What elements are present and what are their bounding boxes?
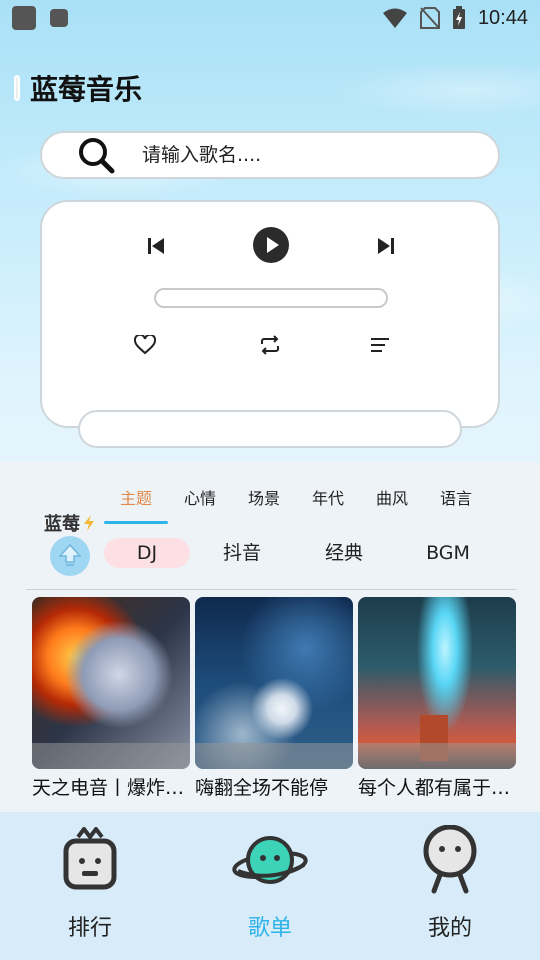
repeat-button[interactable] [255, 330, 285, 360]
no-sim-icon [419, 7, 440, 29]
nav-label: 歌单 [247, 916, 292, 941]
nav-label: 排行 [67, 916, 112, 941]
wifi-icon [382, 8, 407, 28]
brand-label: 蓝莓 [44, 510, 96, 536]
playlist-cover [195, 597, 353, 769]
title-row: 蓝莓音乐 [14, 68, 142, 108]
play-button[interactable] [252, 226, 290, 264]
lyric-bar [78, 410, 462, 448]
nav-label: 我的 [427, 916, 472, 941]
tab-theme[interactable]: 主题 [104, 486, 168, 524]
search-input[interactable] [142, 144, 442, 166]
category-tabs: 主题 心情 场景 年代 曲风 语言 [104, 486, 488, 524]
playlist-title: 每个人都有属于… [358, 777, 511, 799]
profile-person-icon [423, 825, 477, 894]
tab-era[interactable]: 年代 [296, 486, 360, 524]
next-button[interactable] [372, 232, 400, 260]
like-button[interactable] [130, 330, 160, 360]
ranking-robot-icon [63, 827, 117, 890]
progress-bar[interactable] [154, 288, 388, 308]
skip-previous-icon [148, 238, 164, 254]
tab-scene[interactable]: 场景 [232, 486, 296, 524]
notification-icon [12, 6, 36, 30]
playlist-grid: 天之电音丨爆炸… 嗨翻全场不能停 每个人都有属于… [32, 597, 516, 800]
nav-playlist[interactable]: 歌单 [180, 812, 360, 960]
player-card [40, 200, 500, 428]
tab-language[interactable]: 语言 [424, 486, 488, 524]
playlist-card[interactable]: 每个人都有属于… [358, 597, 516, 800]
repeat-icon [261, 335, 279, 355]
tab-mood[interactable]: 心情 [168, 486, 232, 524]
playlist-title: 嗨翻全场不能停 [195, 777, 329, 799]
playlist-card[interactable]: 天之电音丨爆炸… [32, 597, 190, 800]
chip-bgm[interactable]: BGM [396, 538, 500, 568]
lightning-icon [84, 515, 94, 531]
bottom-nav: 排行 歌单 我的 [0, 812, 540, 960]
playlist-planet-icon [232, 836, 308, 884]
playlist-button[interactable] [365, 330, 395, 360]
nav-ranking[interactable]: 排行 [0, 812, 180, 960]
playlist-cover [32, 597, 190, 769]
chip-row: DJ 抖音 经典 BGM [104, 538, 500, 568]
playlist-card[interactable]: 嗨翻全场不能停 [195, 597, 353, 800]
search-bar[interactable] [40, 131, 500, 179]
back-handle[interactable] [14, 75, 20, 101]
heart-icon [134, 335, 156, 355]
playlist-cover [358, 597, 516, 769]
playlist-title: 天之电音丨爆炸… [32, 777, 185, 799]
play-icon [253, 227, 289, 263]
status-bar: 10:44 [0, 0, 540, 36]
previous-button[interactable] [142, 232, 170, 260]
scroll-top-button[interactable] [50, 536, 90, 576]
chip-douyin[interactable]: 抖音 [192, 538, 292, 568]
menu-icon [371, 338, 389, 352]
nav-mine[interactable]: 我的 [360, 812, 540, 960]
skip-next-icon [378, 238, 394, 254]
chip-classic[interactable]: 经典 [292, 538, 396, 568]
tab-genre[interactable]: 曲风 [360, 486, 424, 524]
brand-name: 蓝莓 [44, 514, 80, 535]
clock: 10:44 [477, 6, 528, 29]
battery-charging-icon [452, 6, 465, 29]
cover-art-detail [420, 715, 448, 761]
chip-dj[interactable]: DJ [104, 538, 190, 568]
search-icon[interactable] [76, 135, 116, 175]
notification-icon [50, 9, 68, 27]
divider [26, 589, 516, 590]
arrow-up-icon [59, 544, 81, 566]
app-title: 蓝莓音乐 [30, 73, 143, 106]
